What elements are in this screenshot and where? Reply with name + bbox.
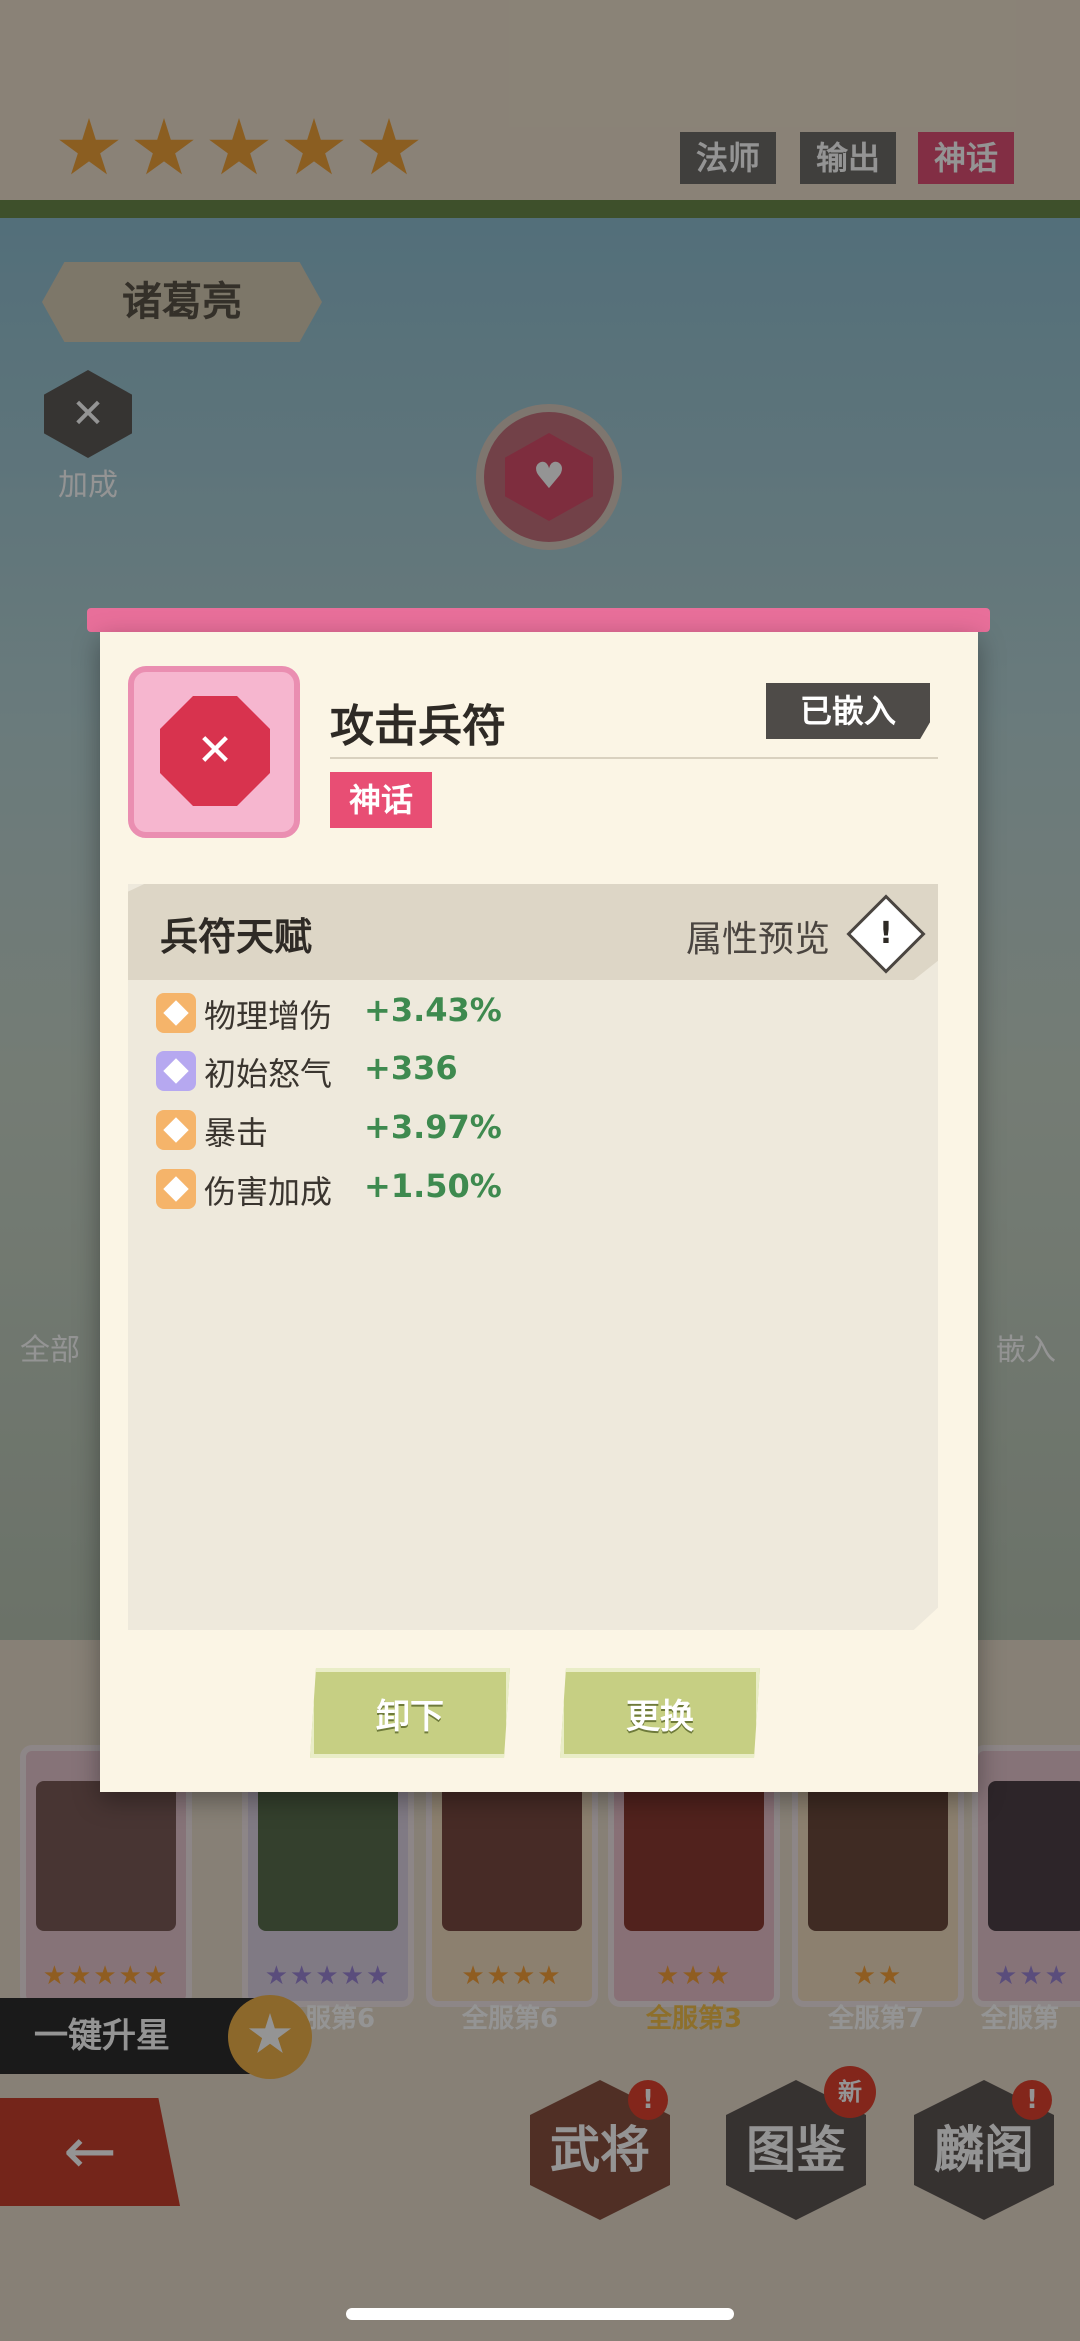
modal-top-bar bbox=[87, 608, 990, 632]
stat-value: +3.43% bbox=[364, 991, 502, 1029]
home-indicator[interactable] bbox=[346, 2308, 734, 2320]
rarity-badge: 神话 bbox=[330, 772, 432, 828]
talisman-gem-icon: ✕ bbox=[160, 696, 270, 806]
stat-name: 初始怒气 bbox=[204, 1055, 333, 1093]
attribute-preview-label[interactable]: 属性预览 bbox=[686, 910, 830, 962]
stat-name: 伤害加成 bbox=[204, 1173, 333, 1211]
diamond-icon bbox=[156, 1110, 196, 1150]
info-icon-glyph: ! bbox=[879, 916, 893, 951]
diamond-icon bbox=[156, 1051, 196, 1091]
diamond-icon bbox=[156, 993, 196, 1033]
stat-name: 暴击 bbox=[204, 1114, 269, 1152]
replace-button[interactable]: 更换 bbox=[560, 1668, 760, 1758]
diamond-icon bbox=[156, 1169, 196, 1209]
unequip-button[interactable]: 卸下 bbox=[310, 1668, 510, 1758]
talent-title: 兵符天赋 bbox=[160, 915, 313, 959]
title-divider bbox=[330, 757, 938, 759]
stat-value: +1.50% bbox=[364, 1167, 502, 1205]
stat-value: +336 bbox=[364, 1049, 458, 1087]
embedded-status-badge: 已嵌入 bbox=[766, 683, 930, 739]
talisman-title: 攻击兵符 bbox=[330, 701, 506, 752]
stat-value: +3.97% bbox=[364, 1108, 502, 1146]
stat-name: 物理增伤 bbox=[204, 997, 333, 1035]
